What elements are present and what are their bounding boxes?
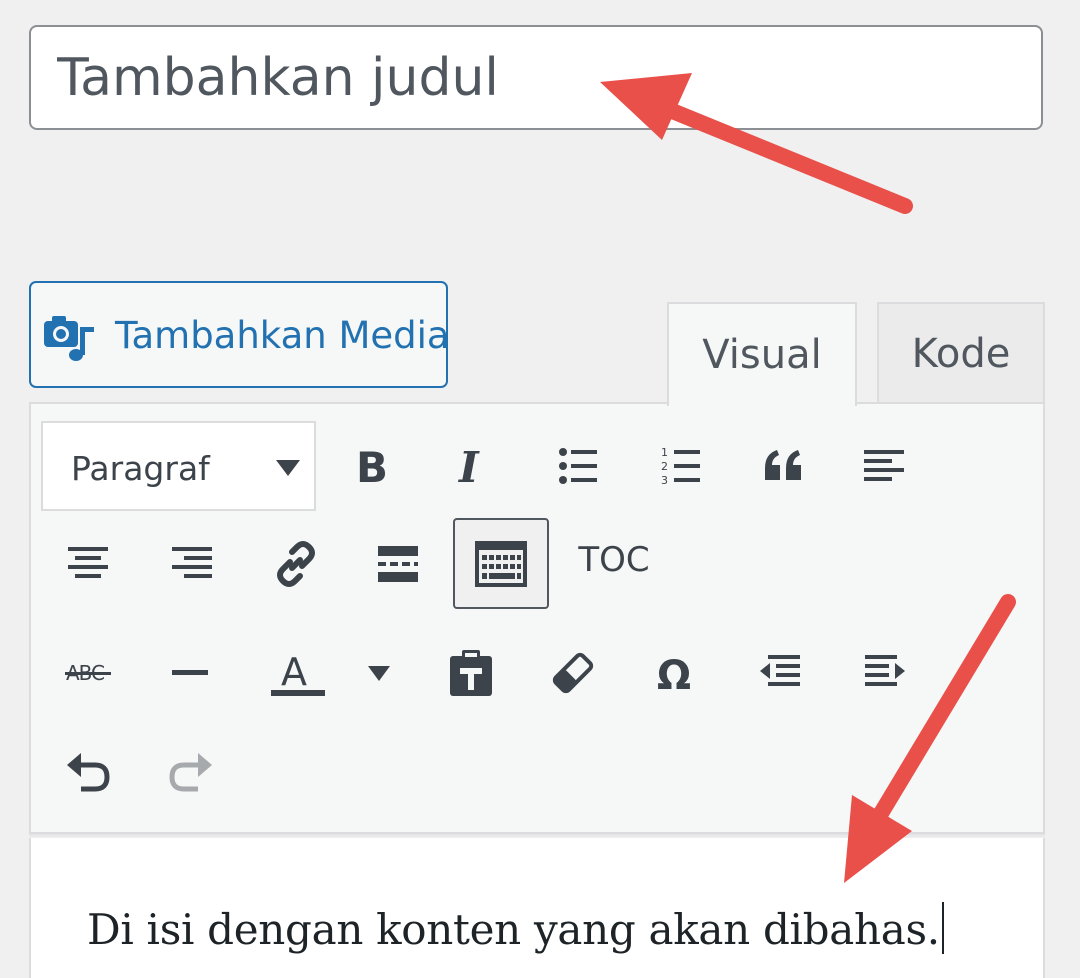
bold-button[interactable]: B (327, 421, 417, 511)
outdent-button[interactable] (735, 628, 825, 718)
bulleted-list-icon (559, 448, 597, 484)
undo-button[interactable] (43, 726, 133, 816)
paste-text-icon (450, 650, 492, 696)
redo-button[interactable] (146, 726, 236, 816)
toolbar-toggle-button[interactable] (453, 518, 549, 609)
svg-text:2: 2 (661, 460, 668, 473)
clear-formatting-button[interactable] (528, 628, 618, 718)
format-select-value: Paragraf (71, 449, 210, 488)
align-right-button[interactable] (146, 519, 236, 609)
strikethrough-button[interactable]: ABC (43, 628, 133, 718)
link-icon (277, 541, 315, 587)
add-media-label: Tambahkan Media (115, 314, 450, 357)
text-color-button[interactable]: A (253, 628, 343, 718)
numbered-list-button[interactable]: 1 2 3 (636, 421, 726, 511)
tab-code[interactable]: Kode (877, 302, 1045, 404)
outdent-icon (760, 655, 800, 686)
align-center-button[interactable] (43, 519, 133, 609)
align-right-icon (172, 547, 212, 578)
horizontal-line-button[interactable] (146, 628, 236, 718)
editor-content-text: Di isi dengan konten yang akan dibahas. (87, 905, 940, 954)
align-left-icon (864, 450, 904, 481)
redo-icon (169, 753, 212, 792)
special-character-button[interactable]: Ω (632, 628, 722, 718)
bold-icon: B (356, 444, 388, 488)
link-button[interactable] (251, 519, 341, 609)
italic-icon: I (458, 444, 480, 488)
strikethrough-icon: ABC (65, 661, 111, 685)
align-center-icon (68, 547, 108, 578)
align-left-button[interactable] (840, 421, 930, 511)
horizontal-line-icon (172, 670, 208, 675)
tab-code-label: Kode (911, 331, 1011, 377)
undo-icon (67, 753, 110, 792)
text-cursor (941, 902, 944, 954)
special-character-icon: Ω (657, 653, 691, 695)
editor-content[interactable]: Di isi dengan konten yang akan dibahas. (87, 902, 944, 954)
svg-text:3: 3 (661, 474, 668, 487)
svg-text:B: B (356, 444, 388, 488)
svg-text:1: 1 (661, 446, 668, 459)
clear-formatting-icon (552, 652, 594, 694)
annotation-arrow-title (600, 73, 913, 214)
chevron-down-icon (276, 460, 300, 476)
annotation-arrow-content (844, 594, 1016, 883)
blockquote-icon (765, 450, 801, 480)
text-color-dropdown[interactable] (336, 628, 422, 718)
italic-button[interactable]: I (428, 421, 518, 511)
bulleted-list-button[interactable] (533, 421, 623, 511)
read-more-icon (378, 546, 418, 582)
svg-text:A: A (281, 650, 307, 694)
tab-visual-label: Visual (702, 332, 822, 378)
paragraph-format-select[interactable]: Paragraf (41, 421, 316, 511)
blockquote-button[interactable] (738, 421, 828, 511)
toc-label: TOC (578, 540, 650, 580)
svg-text:I: I (458, 444, 480, 488)
toc-button[interactable]: TOC (567, 515, 661, 605)
toolbar-toggle-icon (475, 540, 527, 587)
paste-as-text-button[interactable] (426, 628, 516, 718)
media-camera-music-icon (43, 313, 95, 363)
add-media-button[interactable]: Tambahkan Media (29, 281, 450, 388)
numbered-list-icon: 1 2 3 (661, 446, 700, 487)
read-more-button[interactable] (353, 519, 443, 609)
svg-text:Ω: Ω (657, 653, 691, 695)
chevron-down-icon (368, 665, 390, 681)
tab-visual[interactable]: Visual (667, 302, 857, 406)
text-color-icon: A (271, 650, 325, 696)
